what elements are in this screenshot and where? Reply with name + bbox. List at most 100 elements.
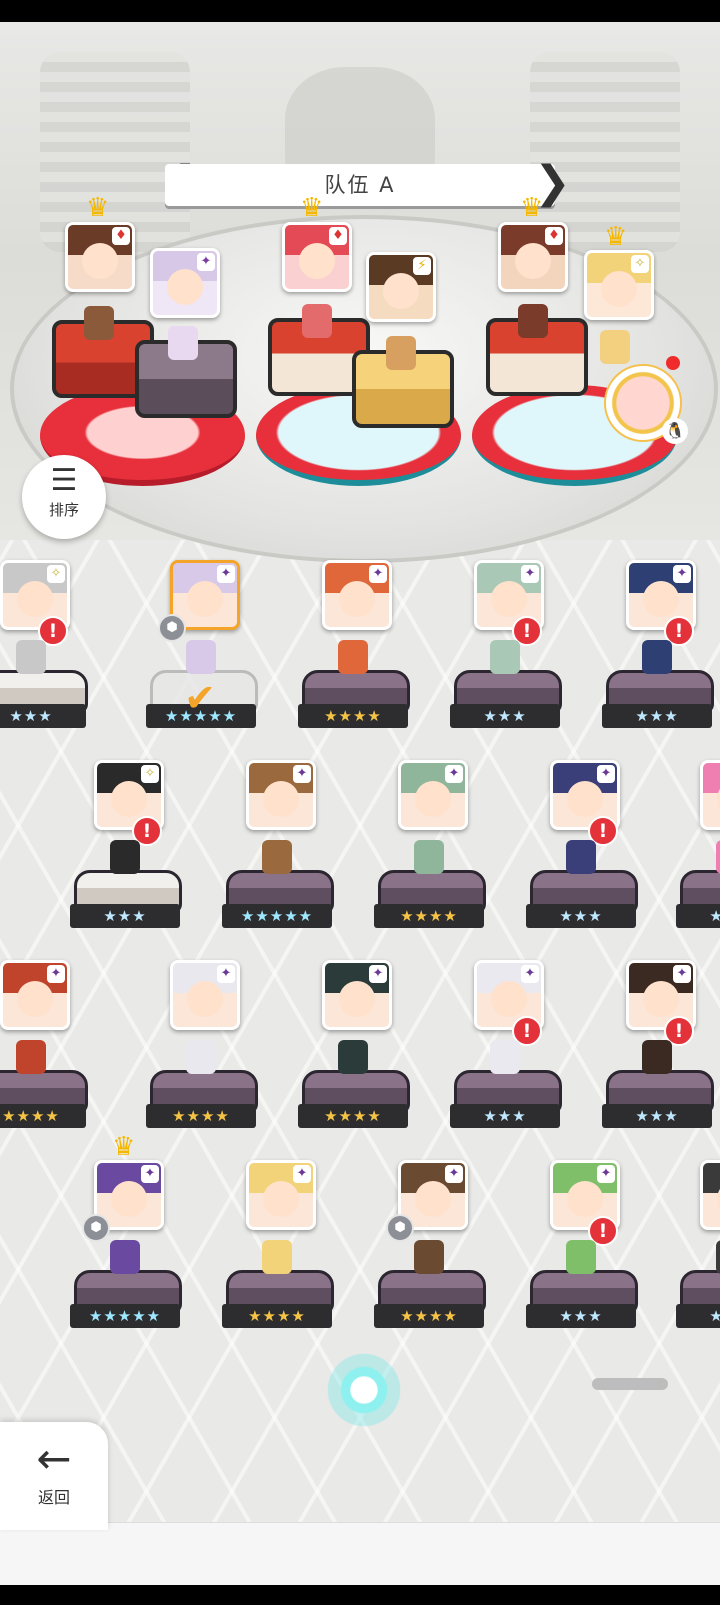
portrait-face bbox=[111, 781, 147, 817]
character-sprite[interactable] bbox=[716, 840, 720, 874]
character-pedestal[interactable]: ★★★★ bbox=[222, 1270, 334, 1332]
star-rating: ★★★★★ bbox=[222, 904, 332, 928]
character-sprite[interactable] bbox=[414, 840, 444, 874]
element-icon: ✦ bbox=[47, 965, 65, 983]
sort-icon: ☰ bbox=[50, 463, 78, 498]
team-slot-3-member-portrait[interactable]: ✧ bbox=[584, 250, 654, 320]
team-slot-2-member-sprite[interactable] bbox=[386, 336, 416, 370]
bottom-nav-strip bbox=[0, 1522, 720, 1586]
character-portrait[interactable]: ✦ bbox=[246, 760, 316, 830]
sort-button[interactable]: ☰ 排序 bbox=[22, 455, 106, 539]
lock-badge-icon: ⬢ bbox=[158, 614, 186, 642]
selected-check-icon: ✔ bbox=[184, 676, 216, 720]
element-icon: ✦ bbox=[141, 1165, 159, 1183]
team-slot-1-member-sprite[interactable] bbox=[168, 326, 198, 360]
portrait-face bbox=[17, 581, 53, 617]
character-pedestal[interactable]: ★★★ bbox=[676, 870, 720, 932]
element-icon: ✦ bbox=[217, 565, 235, 583]
portrait-face bbox=[339, 981, 375, 1017]
element-icon: ✦ bbox=[369, 565, 387, 583]
team-slot-1-leader-sprite[interactable] bbox=[84, 306, 114, 340]
character-sprite[interactable] bbox=[338, 1040, 368, 1074]
character-sprite[interactable] bbox=[16, 640, 46, 674]
leader-crown-icon: ♛ bbox=[520, 193, 544, 223]
game-screen: ❮ 队伍 A ❯ ♛ ♦ ✦ ♛ ♦ ⚡ ♛ ♛ ♦ ✧ 🐧 bbox=[0, 0, 720, 1605]
drag-handle[interactable] bbox=[592, 1378, 668, 1390]
team-slot-2-leader-portrait[interactable]: ♦ bbox=[282, 222, 352, 292]
character-sprite[interactable] bbox=[642, 1040, 672, 1074]
character-pedestal[interactable]: ★★★ bbox=[0, 670, 88, 732]
character-pedestal[interactable]: ★★★★★ bbox=[222, 870, 334, 932]
character-sprite[interactable] bbox=[566, 1240, 596, 1274]
character-pedestal[interactable]: ★★★★ bbox=[298, 670, 410, 732]
portrait-face bbox=[111, 1181, 147, 1217]
character-pedestal[interactable]: ★★★ bbox=[676, 1270, 720, 1332]
leader-crown-icon: ♛ bbox=[300, 193, 324, 223]
team-slot-2-member-portrait[interactable]: ⚡ bbox=[366, 252, 436, 322]
qq-penguin-icon[interactable]: 🐧 bbox=[662, 418, 688, 444]
star-rating: ★★★ bbox=[676, 904, 720, 928]
character-sprite[interactable] bbox=[186, 1040, 216, 1074]
team-slot-3-leader-portrait[interactable]: ♦ bbox=[498, 222, 568, 292]
character-portrait[interactable]: ✦ bbox=[170, 960, 240, 1030]
character-sprite[interactable] bbox=[642, 640, 672, 674]
character-pedestal[interactable]: ★★★★ bbox=[146, 1070, 258, 1132]
character-portrait[interactable]: ✦ bbox=[700, 1160, 720, 1230]
character-sprite[interactable] bbox=[338, 640, 368, 674]
character-pedestal[interactable]: ★★★★ bbox=[374, 1270, 486, 1332]
character-portrait[interactable]: ✦ bbox=[246, 1160, 316, 1230]
team-slot-3-member-sprite[interactable] bbox=[600, 330, 630, 364]
character-sprite[interactable] bbox=[262, 1240, 292, 1274]
character-sprite[interactable] bbox=[110, 840, 140, 874]
star-rating: ★★★ bbox=[0, 704, 86, 728]
character-pedestal[interactable]: ★★★★★ bbox=[70, 1270, 182, 1332]
sort-label: 排序 bbox=[48, 501, 79, 519]
character-sprite[interactable] bbox=[262, 840, 292, 874]
element-icon: ✧ bbox=[141, 765, 159, 783]
character-portrait[interactable]: ✦ bbox=[700, 760, 720, 830]
character-sprite[interactable] bbox=[566, 840, 596, 874]
character-pedestal[interactable]: ★★★ bbox=[526, 870, 638, 932]
notification-dot bbox=[666, 356, 680, 370]
portrait-face bbox=[601, 271, 637, 307]
team-slot-1-leader-portrait[interactable]: ♦ bbox=[65, 222, 135, 292]
team-slot-1-member-portrait[interactable]: ✦ bbox=[150, 248, 220, 318]
element-icon: ✦ bbox=[445, 765, 463, 783]
character-sprite[interactable] bbox=[110, 1240, 140, 1274]
character-pedestal[interactable]: ★★★ bbox=[602, 1070, 714, 1132]
character-sprite[interactable] bbox=[490, 1040, 520, 1074]
character-portrait[interactable]: ✦ bbox=[322, 560, 392, 630]
character-sprite[interactable] bbox=[414, 1240, 444, 1274]
leader-crown-icon: ♛ bbox=[86, 193, 110, 223]
character-sprite[interactable] bbox=[186, 640, 216, 674]
portrait-face bbox=[383, 273, 419, 309]
team-name-banner[interactable]: 队伍 A bbox=[165, 164, 555, 206]
character-pedestal[interactable]: ★★★ bbox=[450, 670, 562, 732]
character-portrait[interactable]: ✦ bbox=[322, 960, 392, 1030]
character-pedestal[interactable]: ★★★ bbox=[602, 670, 714, 732]
star-rating: ★★★ bbox=[450, 704, 560, 728]
portrait-face bbox=[415, 781, 451, 817]
star-rating: ★★★ bbox=[70, 904, 180, 928]
character-pedestal[interactable]: ★★★★ bbox=[0, 1070, 88, 1132]
character-sprite[interactable] bbox=[716, 1240, 720, 1274]
character-portrait[interactable]: ✦ bbox=[0, 960, 70, 1030]
back-arrow-icon: ← bbox=[36, 1434, 72, 1483]
character-sprite[interactable] bbox=[16, 1040, 46, 1074]
element-icon: ✧ bbox=[47, 565, 65, 583]
character-pedestal[interactable]: ★★★ bbox=[70, 870, 182, 932]
team-slot-3-leader-sprite[interactable] bbox=[518, 304, 548, 338]
character-pedestal[interactable]: ★★★★ bbox=[298, 1070, 410, 1132]
portrait-face bbox=[299, 243, 335, 279]
team-slot-2-leader-sprite[interactable] bbox=[302, 304, 332, 338]
character-portrait[interactable]: ✦ bbox=[398, 760, 468, 830]
portrait-face bbox=[17, 981, 53, 1017]
portrait-face bbox=[491, 581, 527, 617]
character-pedestal[interactable]: ★★★ bbox=[450, 1070, 562, 1132]
portrait-face bbox=[263, 1181, 299, 1217]
character-pedestal[interactable]: ★★★★ bbox=[374, 870, 486, 932]
element-icon: ✦ bbox=[369, 965, 387, 983]
character-pedestal[interactable]: ★★★ bbox=[526, 1270, 638, 1332]
back-button[interactable]: ← 返回 bbox=[0, 1422, 108, 1530]
character-sprite[interactable] bbox=[490, 640, 520, 674]
